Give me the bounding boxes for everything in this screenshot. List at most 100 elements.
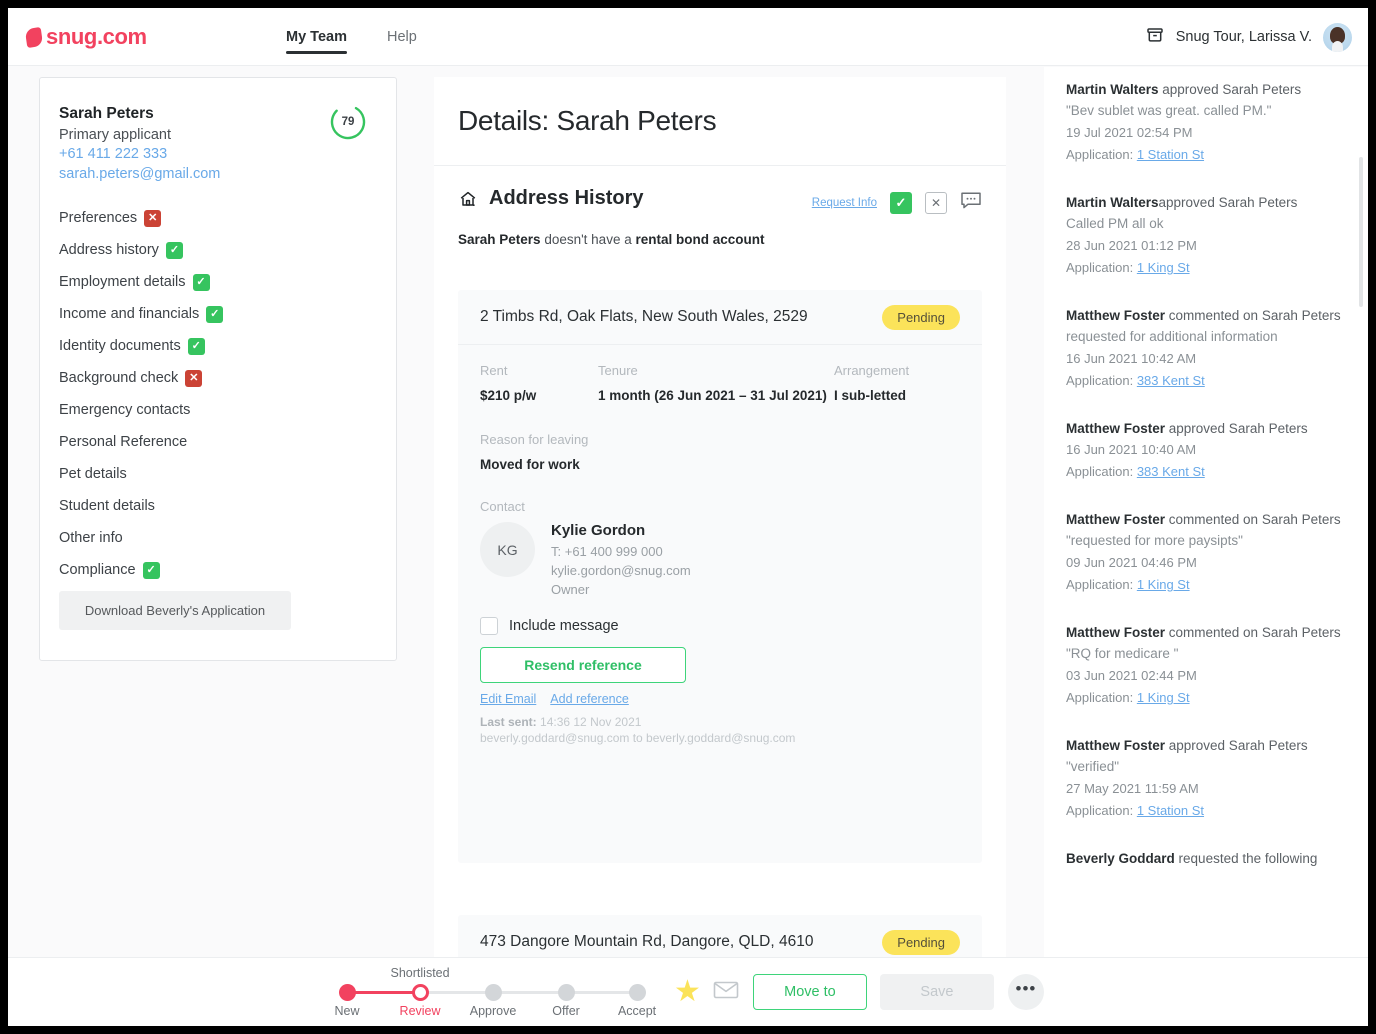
checklist-item[interactable]: Student details [59, 490, 379, 522]
feed-actor: Matthew Foster [1066, 308, 1165, 323]
feed-application-link[interactable]: 1 Station St [1137, 147, 1204, 162]
download-application-button[interactable]: Download Beverly's Application [59, 591, 291, 630]
nav-item-help[interactable]: Help [387, 8, 417, 66]
checklist-item-label: Other info [59, 530, 123, 546]
checklist-item[interactable]: Pet details [59, 458, 379, 490]
save-button[interactable]: Save [880, 974, 994, 1010]
stepper-label-review: Review [382, 1004, 458, 1018]
applicant-role: Primary applicant [59, 127, 171, 143]
checklist-item[interactable]: Compliance✓ [59, 554, 379, 586]
feed-action: commented on Sarah Peters [1165, 308, 1341, 323]
more-options-button[interactable]: ••• [1008, 974, 1044, 1010]
address-details-grid: Rent $210 p/w Tenure 1 month (26 Jun 202… [458, 345, 982, 406]
check-icon: ✓ [166, 242, 183, 259]
feed-application-link[interactable]: 383 Kent St [1137, 464, 1205, 479]
account-name[interactable]: Snug Tour, Larissa V. [1176, 29, 1312, 45]
request-info-link[interactable]: Request Info [812, 197, 877, 209]
tenure-label: Tenure [598, 363, 834, 378]
applicant-phone[interactable]: +61 411 222 333 [59, 146, 167, 162]
add-reference-link[interactable]: Add reference [550, 692, 629, 706]
details-panel: Details: Sarah Peters Address History Re… [434, 77, 1006, 957]
checklist-item[interactable]: Other info [59, 522, 379, 554]
checklist-item-label: Address history [59, 242, 159, 258]
move-to-button[interactable]: Move to [753, 974, 867, 1010]
contact-role: Owner [551, 580, 691, 599]
snug-logo[interactable]: snug.com [26, 24, 147, 50]
checklist-item[interactable]: Address history ✓ [59, 234, 379, 266]
avatar[interactable] [1323, 23, 1352, 52]
feed-item: Matthew Foster commented on Sarah Peters… [1066, 622, 1346, 709]
star-icon[interactable]: ★ [674, 977, 701, 1007]
mail-icon[interactable] [713, 980, 739, 1005]
feed-application-line: Application: 383 Kent St [1066, 370, 1346, 392]
contact-name: Kylie Gordon [551, 522, 691, 539]
checklist-item-label: Pet details [59, 466, 127, 482]
feed-application-label: Application: [1066, 464, 1137, 479]
status-badge: Pending [882, 305, 960, 330]
approve-button[interactable]: ✓ [890, 192, 912, 214]
checklist-item-label: Employment details [59, 274, 186, 290]
feed-actor: Martin Walters [1066, 195, 1159, 210]
contact-row: KG Kylie Gordon T: +61 400 999 000 kylie… [480, 522, 960, 599]
reject-button[interactable]: ✕ [925, 192, 947, 214]
feed-scrollbar-thumb[interactable] [1359, 157, 1363, 307]
reason-value: Moved for work [480, 455, 960, 475]
comment-icon[interactable] [960, 190, 982, 215]
feed-application-link[interactable]: 1 King St [1137, 690, 1190, 705]
feed-date: 09 Jun 2021 04:46 PM [1066, 552, 1346, 574]
section-title: Address History [489, 187, 644, 210]
check-icon: ✓ [206, 306, 223, 323]
feed-item: Matthew Foster commented on Sarah Peters… [1066, 509, 1346, 596]
feed-item: Martin Walters approved Sarah Peters"Bev… [1066, 79, 1346, 166]
feed-application-link[interactable]: 383 Kent St [1137, 373, 1205, 388]
checklist-item[interactable]: Background check✕ [59, 362, 379, 394]
stepper-dot-accept[interactable] [629, 984, 646, 1001]
feed-actor: Matthew Foster [1066, 738, 1165, 753]
application-stage-stepper: NewReviewShortlistedApproveOfferAccept [332, 964, 652, 1020]
feed-application-link[interactable]: 1 King St [1137, 577, 1190, 592]
reference-links: Edit Email Add reference [480, 692, 960, 706]
feed-actor: Beverly Goddard [1066, 851, 1175, 866]
feed-application-line: Application: 1 King St [1066, 257, 1346, 279]
feed-application-label: Application: [1066, 577, 1137, 592]
edit-email-link[interactable]: Edit Email [480, 692, 536, 706]
checklist-item[interactable]: Personal Reference [59, 426, 379, 458]
contact-initials-avatar: KG [480, 522, 535, 577]
checklist-item-label: Personal Reference [59, 434, 187, 450]
include-message-checkbox[interactable] [480, 617, 498, 635]
nav-item-my-team[interactable]: My Team [286, 8, 347, 66]
feed-note: "Bev sublet was great. called PM." [1066, 100, 1346, 122]
stepper-dot-approve[interactable] [485, 984, 502, 1001]
resend-reference-button[interactable]: Resend reference [480, 647, 686, 683]
checklist-item[interactable]: Preferences✕ [59, 202, 379, 234]
address-text: 473 Dangore Mountain Rd, Dangore, QLD, 4… [480, 933, 813, 951]
reason-field: Reason for leaving Moved for work [458, 432, 982, 475]
feed-action: commented on Sarah Peters [1165, 512, 1341, 527]
checklist-item[interactable]: Identity documents✓ [59, 330, 379, 362]
cross-icon: ✕ [144, 210, 161, 227]
include-message-label: Include message [509, 618, 619, 634]
stepper-dot-offer[interactable] [558, 984, 575, 1001]
top-navigation-bar: snug.com My Team Help Snug Tour, Larissa… [8, 8, 1368, 66]
feed-application-link[interactable]: 1 King St [1137, 260, 1190, 275]
score-value: 79 [328, 102, 368, 142]
stepper-dot-review[interactable] [412, 984, 429, 1001]
feed-application-link[interactable]: 1 Station St [1137, 803, 1204, 818]
feed-action: approved Sarah Peters [1165, 421, 1308, 436]
feed-actor: Matthew Foster [1066, 625, 1165, 640]
contact-label: Contact [480, 499, 960, 514]
stepper-dot-new[interactable] [339, 984, 356, 1001]
include-message-row[interactable]: Include message [480, 617, 960, 635]
rent-value: $210 p/w [480, 386, 598, 406]
main-nav: My Team Help [286, 8, 417, 66]
tenure-field: Tenure 1 month (26 Jun 2021 – 31 Jul 202… [598, 363, 834, 406]
rental-bond-notice: Sarah Peters doesn't have a rental bond … [458, 232, 764, 247]
checklist-item[interactable]: Employment details✓ [59, 266, 379, 298]
feed-application-line: Application: 383 Kent St [1066, 461, 1346, 483]
checklist-item[interactable]: Income and financials✓ [59, 298, 379, 330]
feed-application-label: Application: [1066, 373, 1137, 388]
archive-box-icon[interactable] [1145, 25, 1165, 50]
applicant-email[interactable]: sarah.peters@gmail.com [59, 166, 220, 182]
status-badge: Pending [882, 930, 960, 955]
checklist-item[interactable]: Emergency contacts [59, 394, 379, 426]
